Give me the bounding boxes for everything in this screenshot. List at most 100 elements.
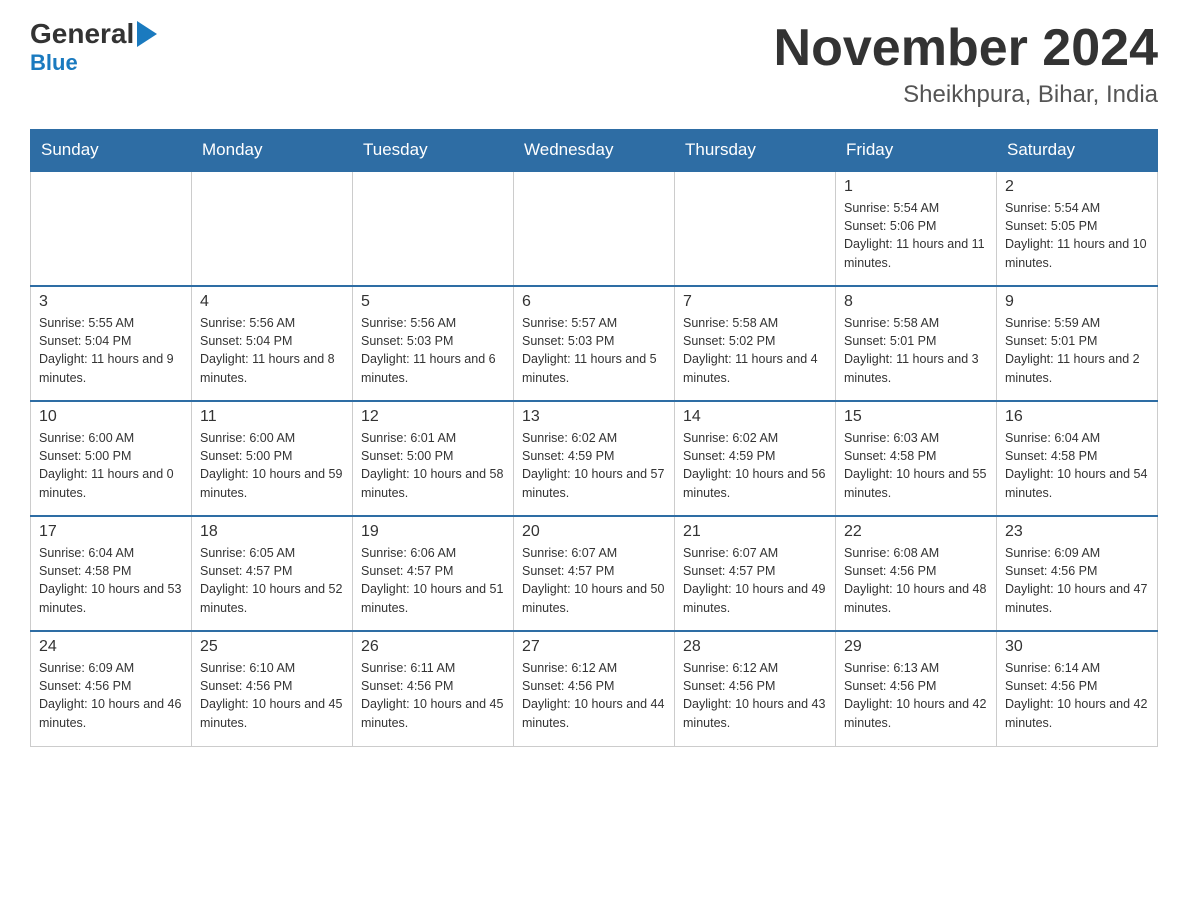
day-header-monday: Monday <box>192 130 353 172</box>
day-number: 20 <box>522 523 666 541</box>
day-number: 25 <box>200 638 344 656</box>
day-number: 1 <box>844 178 988 196</box>
day-number: 11 <box>200 408 344 426</box>
day-cell: 2Sunrise: 5:54 AM Sunset: 5:05 PM Daylig… <box>997 171 1158 286</box>
day-header-tuesday: Tuesday <box>353 130 514 172</box>
day-number: 27 <box>522 638 666 656</box>
day-cell: 9 Sunrise: 5:59 AM Sunset: 5:01 PM Daylig… <box>997 286 1158 401</box>
day-info: Sunrise: 6:01 AM Sunset: 5:00 PM Dayligh… <box>361 429 505 502</box>
day-info: Sunrise: 6:00 AM Sunset: 5:00 PM Dayligh… <box>200 429 344 502</box>
day-info: Sunrise: 6:07 AM Sunset: 4:57 PM Dayligh… <box>683 544 827 617</box>
day-number: 17 <box>39 523 183 541</box>
day-info: Sunrise: 6:11 AM Sunset: 4:56 PM Dayligh… <box>361 659 505 732</box>
day-number: 18 <box>200 523 344 541</box>
day-info: Sunrise: 6:02 AM Sunset: 4:59 PM Dayligh… <box>522 429 666 502</box>
day-cell <box>192 171 353 286</box>
day-number: 8 <box>844 293 988 311</box>
day-info: Sunrise: 6:13 AM Sunset: 4:56 PM Dayligh… <box>844 659 988 732</box>
day-number: 16 <box>1005 408 1149 426</box>
day-number: 7 <box>683 293 827 311</box>
day-number: 28 <box>683 638 827 656</box>
day-cell: 17 Sunrise: 6:04 AM Sunset: 4:58 PM Dayli… <box>31 516 192 631</box>
day-cell: 19 Sunrise: 6:06 AM Sunset: 4:57 PM Dayli… <box>353 516 514 631</box>
day-info: Sunrise: 6:12 AM Sunset: 4:56 PM Dayligh… <box>683 659 827 732</box>
day-cell: 16 Sunrise: 6:04 AM Sunset: 4:58 PM Dayli… <box>997 401 1158 516</box>
day-header-thursday: Thursday <box>675 130 836 172</box>
day-info: Sunrise: 6:09 AM Sunset: 4:56 PM Dayligh… <box>1005 544 1149 617</box>
month-title: November 2024 <box>774 20 1158 77</box>
day-info: Sunrise: 6:02 AM Sunset: 4:59 PM Dayligh… <box>683 429 827 502</box>
week-row-4: 17 Sunrise: 6:04 AM Sunset: 4:58 PM Dayli… <box>31 516 1158 631</box>
day-header-sunday: Sunday <box>31 130 192 172</box>
day-info: Sunrise: 6:14 AM Sunset: 4:56 PM Dayligh… <box>1005 659 1149 732</box>
day-number: 29 <box>844 638 988 656</box>
day-info: Sunrise: 6:12 AM Sunset: 4:56 PM Dayligh… <box>522 659 666 732</box>
day-cell: 21 Sunrise: 6:07 AM Sunset: 4:57 PM Dayli… <box>675 516 836 631</box>
day-number: 22 <box>844 523 988 541</box>
day-info: Sunrise: 5:54 AM Sunset: 5:06 PM Dayligh… <box>844 199 988 272</box>
day-info: Sunrise: 6:03 AM Sunset: 4:58 PM Dayligh… <box>844 429 988 502</box>
week-row-5: 24 Sunrise: 6:09 AM Sunset: 4:56 PM Dayli… <box>31 631 1158 746</box>
day-cell <box>353 171 514 286</box>
day-header-friday: Friday <box>836 130 997 172</box>
day-cell: 10 Sunrise: 6:00 AM Sunset: 5:00 PM Dayli… <box>31 401 192 516</box>
day-number: 9 <box>1005 293 1149 311</box>
calendar-title-area: November 2024 Sheikhpura, Bihar, India <box>774 20 1158 109</box>
day-number: 15 <box>844 408 988 426</box>
day-info: Sunrise: 5:56 AM Sunset: 5:04 PM Dayligh… <box>200 314 344 387</box>
day-cell: 18 Sunrise: 6:05 AM Sunset: 4:57 PM Dayli… <box>192 516 353 631</box>
day-number: 5 <box>361 293 505 311</box>
day-info: Sunrise: 6:00 AM Sunset: 5:00 PM Dayligh… <box>39 429 183 502</box>
day-cell: 12Sunrise: 6:01 AM Sunset: 5:00 PM Dayli… <box>353 401 514 516</box>
day-cell: 11 Sunrise: 6:00 AM Sunset: 5:00 PM Dayli… <box>192 401 353 516</box>
logo-general-text: General <box>30 20 134 48</box>
day-cell: 24 Sunrise: 6:09 AM Sunset: 4:56 PM Dayli… <box>31 631 192 746</box>
day-info: Sunrise: 5:57 AM Sunset: 5:03 PM Dayligh… <box>522 314 666 387</box>
day-cell: 15 Sunrise: 6:03 AM Sunset: 4:58 PM Dayli… <box>836 401 997 516</box>
logo: General Blue <box>30 20 157 76</box>
day-info: Sunrise: 6:09 AM Sunset: 4:56 PM Dayligh… <box>39 659 183 732</box>
day-info: Sunrise: 6:10 AM Sunset: 4:56 PM Dayligh… <box>200 659 344 732</box>
day-cell: 4 Sunrise: 5:56 AM Sunset: 5:04 PM Daylig… <box>192 286 353 401</box>
day-cell <box>31 171 192 286</box>
day-cell: 13Sunrise: 6:02 AM Sunset: 4:59 PM Dayli… <box>514 401 675 516</box>
page-header: General Blue November 2024 Sheikhpura, B… <box>30 20 1158 109</box>
day-info: Sunrise: 5:58 AM Sunset: 5:02 PM Dayligh… <box>683 314 827 387</box>
day-info: Sunrise: 6:06 AM Sunset: 4:57 PM Dayligh… <box>361 544 505 617</box>
day-number: 30 <box>1005 638 1149 656</box>
day-info: Sunrise: 6:08 AM Sunset: 4:56 PM Dayligh… <box>844 544 988 617</box>
day-cell: 25 Sunrise: 6:10 AM Sunset: 4:56 PM Dayli… <box>192 631 353 746</box>
day-cell <box>514 171 675 286</box>
day-number: 23 <box>1005 523 1149 541</box>
day-number: 2 <box>1005 178 1149 196</box>
day-info: Sunrise: 5:56 AM Sunset: 5:03 PM Dayligh… <box>361 314 505 387</box>
day-cell: 23 Sunrise: 6:09 AM Sunset: 4:56 PM Dayli… <box>997 516 1158 631</box>
day-cell: 14 Sunrise: 6:02 AM Sunset: 4:59 PM Dayli… <box>675 401 836 516</box>
logo-blue-text: Blue <box>30 50 78 76</box>
day-info: Sunrise: 6:04 AM Sunset: 4:58 PM Dayligh… <box>39 544 183 617</box>
day-header-wednesday: Wednesday <box>514 130 675 172</box>
day-cell: 30 Sunrise: 6:14 AM Sunset: 4:56 PM Dayli… <box>997 631 1158 746</box>
day-cell: 1 Sunrise: 5:54 AM Sunset: 5:06 PM Daylig… <box>836 171 997 286</box>
day-number: 3 <box>39 293 183 311</box>
day-cell: 3Sunrise: 5:55 AM Sunset: 5:04 PM Daylig… <box>31 286 192 401</box>
day-info: Sunrise: 5:58 AM Sunset: 5:01 PM Dayligh… <box>844 314 988 387</box>
day-number: 24 <box>39 638 183 656</box>
day-cell: 5 Sunrise: 5:56 AM Sunset: 5:03 PM Daylig… <box>353 286 514 401</box>
day-cell: 6 Sunrise: 5:57 AM Sunset: 5:03 PM Daylig… <box>514 286 675 401</box>
day-cell: 26Sunrise: 6:11 AM Sunset: 4:56 PM Dayli… <box>353 631 514 746</box>
day-cell: 8 Sunrise: 5:58 AM Sunset: 5:01 PM Daylig… <box>836 286 997 401</box>
day-info: Sunrise: 5:59 AM Sunset: 5:01 PM Dayligh… <box>1005 314 1149 387</box>
day-number: 14 <box>683 408 827 426</box>
week-row-2: 3Sunrise: 5:55 AM Sunset: 5:04 PM Daylig… <box>31 286 1158 401</box>
day-info: Sunrise: 6:05 AM Sunset: 4:57 PM Dayligh… <box>200 544 344 617</box>
day-number: 21 <box>683 523 827 541</box>
week-row-1: 1 Sunrise: 5:54 AM Sunset: 5:06 PM Daylig… <box>31 171 1158 286</box>
day-number: 19 <box>361 523 505 541</box>
day-number: 4 <box>200 293 344 311</box>
day-cell <box>675 171 836 286</box>
day-number: 10 <box>39 408 183 426</box>
day-number: 6 <box>522 293 666 311</box>
day-cell: 27 Sunrise: 6:12 AM Sunset: 4:56 PM Dayli… <box>514 631 675 746</box>
day-info: Sunrise: 6:04 AM Sunset: 4:58 PM Dayligh… <box>1005 429 1149 502</box>
